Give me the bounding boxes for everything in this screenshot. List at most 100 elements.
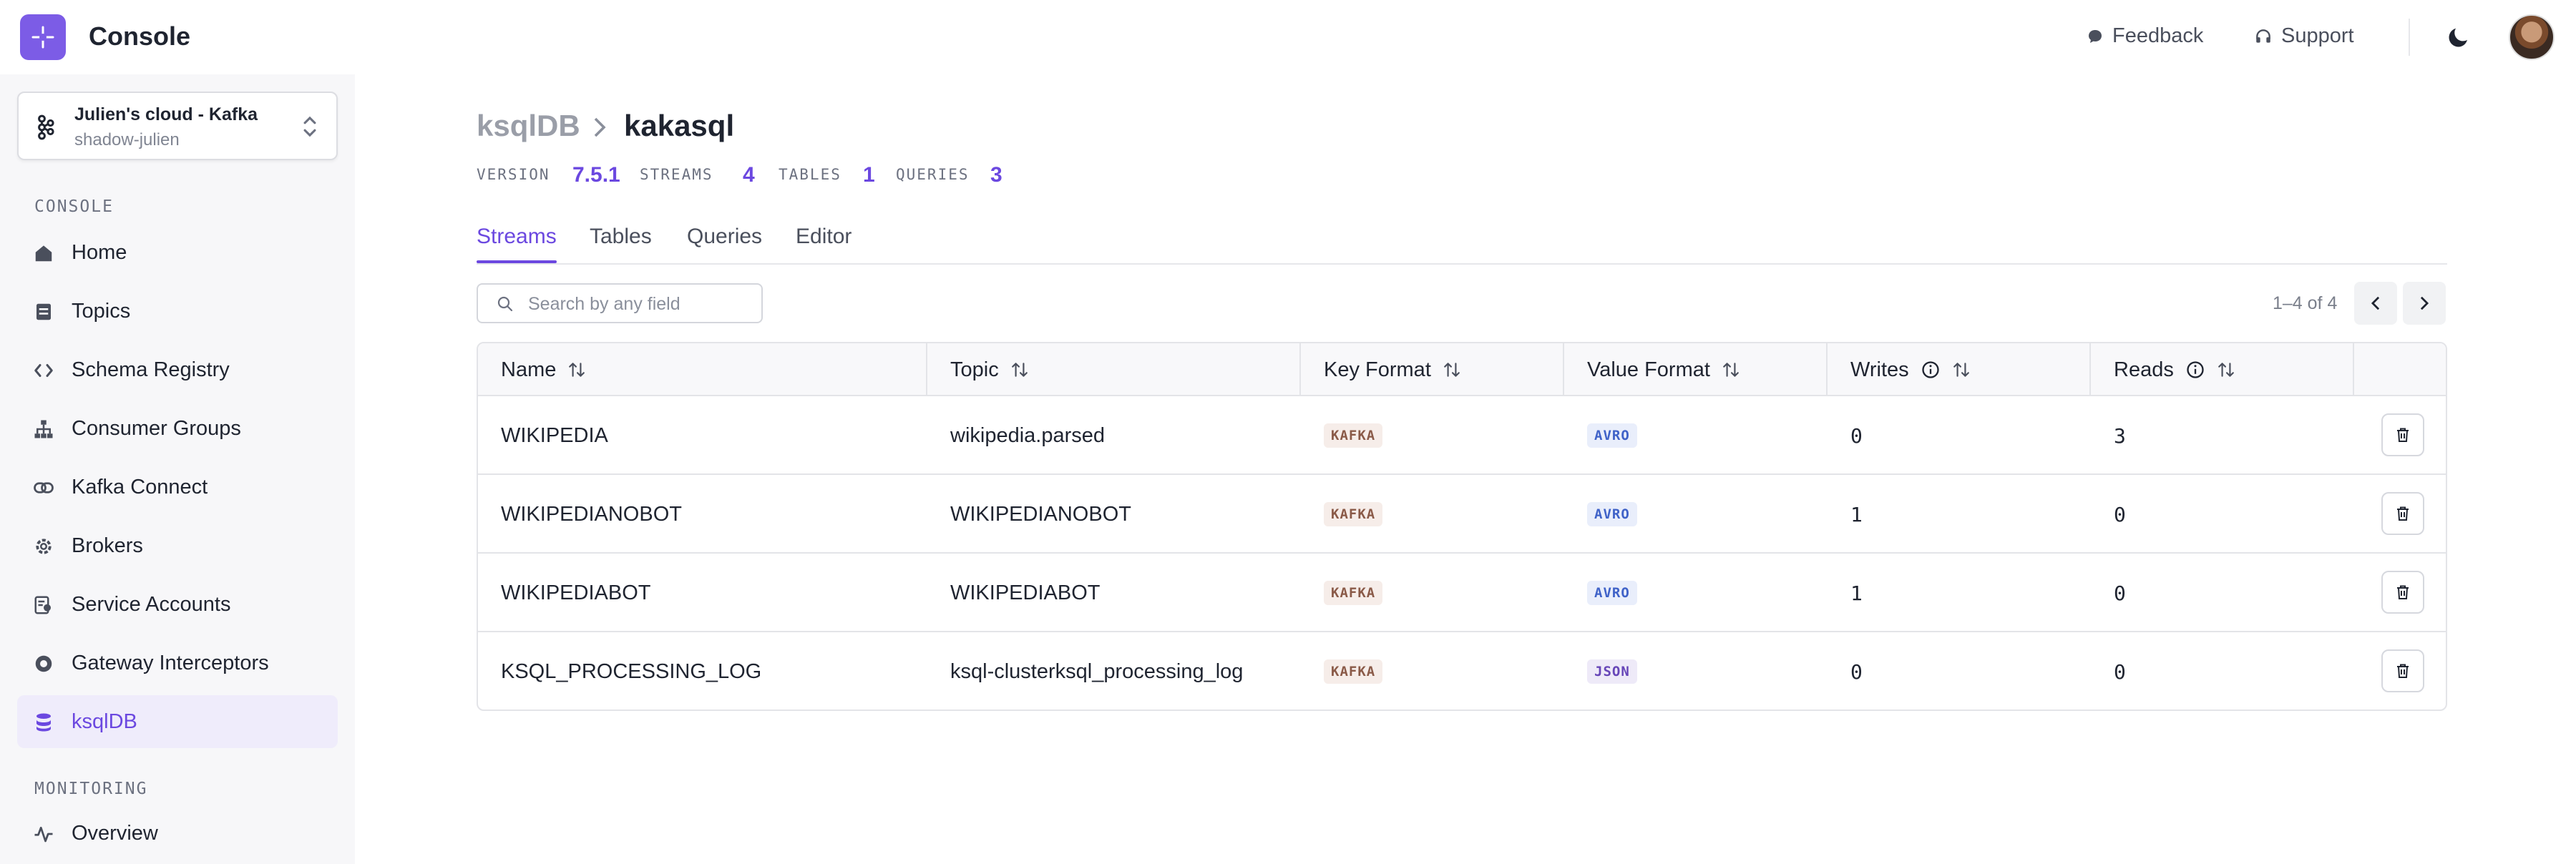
sort-icon[interactable] bbox=[1010, 360, 1029, 379]
sort-icon[interactable] bbox=[1722, 360, 1740, 379]
delete-button[interactable] bbox=[2381, 492, 2424, 535]
meta-tables-label: TABLES bbox=[779, 166, 841, 183]
delete-button[interactable] bbox=[2381, 571, 2424, 614]
column-header-name[interactable]: Name bbox=[478, 343, 927, 396]
column-header-label: Writes bbox=[1850, 358, 1909, 381]
info-icon[interactable] bbox=[2185, 360, 2205, 380]
sidebar-item-ksqldb[interactable]: ksqlDB bbox=[17, 695, 338, 748]
sidebar-item-label: Service Accounts bbox=[72, 593, 231, 616]
meta-version: VERSION bbox=[477, 166, 550, 183]
section-label-console: CONSOLE bbox=[34, 197, 114, 216]
column-header-value-format[interactable]: Value Format bbox=[1564, 343, 1828, 396]
meta-queries-value: 3 bbox=[990, 163, 1002, 187]
cell-name[interactable]: WIKIPEDIANOBOT bbox=[501, 475, 682, 554]
divider bbox=[2409, 19, 2410, 56]
column-header-key-format[interactable]: Key Format bbox=[1301, 343, 1564, 396]
column-header-writes[interactable]: Writes bbox=[1828, 343, 2091, 396]
sidebar-item-schema-registry[interactable]: Schema Registry bbox=[17, 343, 338, 396]
info-icon[interactable] bbox=[1921, 360, 1941, 380]
feedback-link[interactable]: Feedback bbox=[2087, 24, 2203, 48]
key-format-badge: KAFKA bbox=[1324, 659, 1383, 684]
meta-streams-value: 4 bbox=[743, 163, 755, 187]
next-page-button[interactable] bbox=[2403, 282, 2446, 325]
key-format-badge: KAFKA bbox=[1324, 581, 1383, 605]
home-icon bbox=[35, 245, 52, 262]
tab-queries[interactable]: Queries bbox=[687, 225, 762, 249]
streams-table: Name Topic Key Format Value Format Write… bbox=[477, 342, 2447, 711]
column-header-actions bbox=[2354, 343, 2446, 396]
sidebar-item-consumer-groups[interactable]: Consumer Groups bbox=[17, 402, 338, 455]
cell-topic[interactable]: WIKIPEDIABOT bbox=[950, 554, 1100, 632]
page-title: kakasql bbox=[624, 109, 735, 142]
chevron-left-icon bbox=[2371, 296, 2380, 310]
top-bar: Console Feedback Support bbox=[0, 0, 2576, 74]
cell-reads: 0 bbox=[2114, 502, 2126, 526]
breadcrumb-parent[interactable]: ksqlDB bbox=[477, 109, 580, 143]
database-icon bbox=[36, 713, 51, 732]
delete-button[interactable] bbox=[2381, 649, 2424, 692]
app-logo-icon[interactable] bbox=[20, 14, 66, 60]
sidebar-item-label: Brokers bbox=[72, 534, 143, 557]
sidebar-item-label: ksqlDB bbox=[72, 710, 137, 733]
sidebar-item-brokers[interactable]: Brokers bbox=[17, 519, 338, 572]
tab-editor[interactable]: Editor bbox=[796, 225, 852, 249]
sidebar-item-label: Home bbox=[72, 241, 127, 264]
delete-button[interactable] bbox=[2381, 413, 2424, 456]
sidebar-item-home[interactable]: Home bbox=[17, 226, 338, 279]
cluster-selector[interactable]: Julien's cloud - Kafka shadow-julien bbox=[17, 92, 338, 160]
topics-icon bbox=[36, 303, 51, 320]
cluster-name: Julien's cloud - Kafka bbox=[74, 104, 258, 124]
chevron-right-icon bbox=[2420, 296, 2429, 310]
search-input[interactable] bbox=[528, 290, 750, 318]
active-tab-indicator bbox=[477, 260, 557, 263]
column-header-label: Name bbox=[501, 358, 557, 381]
column-header-label: Topic bbox=[950, 358, 999, 381]
meta-queries: QUERIES bbox=[896, 166, 970, 183]
column-header-topic[interactable]: Topic bbox=[927, 343, 1301, 396]
table-row[interactable]: WIKIPEDIANOBOT WIKIPEDIANOBOT KAFKA AVRO… bbox=[478, 475, 2446, 554]
previous-page-button[interactable] bbox=[2354, 282, 2397, 325]
sidebar-item-kafka-connect[interactable]: Kafka Connect bbox=[17, 461, 338, 514]
sort-icon[interactable] bbox=[1952, 360, 1971, 379]
sidebar-item-topics[interactable]: Topics bbox=[17, 285, 338, 338]
table-row[interactable]: KSQL_PROCESSING_LOG ksql-clusterksql_pro… bbox=[478, 632, 2446, 710]
sort-icon[interactable] bbox=[2217, 360, 2235, 379]
user-avatar[interactable] bbox=[2509, 14, 2555, 60]
chat-bubble-icon bbox=[2089, 29, 2102, 43]
table-row[interactable]: WIKIPEDIA wikipedia.parsed KAFKA AVRO 0 … bbox=[478, 396, 2446, 475]
cell-reads: 3 bbox=[2114, 423, 2126, 448]
trash-icon bbox=[2397, 585, 2409, 599]
tab-tables[interactable]: Tables bbox=[590, 225, 652, 249]
cell-name[interactable]: WIKIPEDIA bbox=[501, 396, 608, 475]
meta-queries-label: QUERIES bbox=[896, 166, 970, 183]
sidebar-item-label: Kafka Connect bbox=[72, 476, 208, 499]
cell-topic[interactable]: ksql-clusterksql_processing_log bbox=[950, 632, 1243, 710]
sidebar-item-gateway-interceptors[interactable]: Gateway Interceptors bbox=[17, 637, 338, 689]
cell-name[interactable]: KSQL_PROCESSING_LOG bbox=[501, 632, 761, 710]
tab-streams[interactable]: Streams bbox=[477, 225, 557, 249]
moon-icon[interactable] bbox=[2446, 24, 2472, 50]
search-box bbox=[477, 283, 763, 323]
sort-icon[interactable] bbox=[567, 360, 586, 379]
cell-writes: 1 bbox=[1850, 502, 1863, 526]
chevron-up-down-icon bbox=[303, 116, 316, 137]
feedback-label: Feedback bbox=[2112, 24, 2204, 47]
column-header-reads[interactable]: Reads bbox=[2091, 343, 2354, 396]
meta-version-value-wrap: 7.5.1 bbox=[572, 163, 620, 187]
support-link[interactable]: Support bbox=[2254, 24, 2354, 48]
sidebar-item-service-accounts[interactable]: Service Accounts bbox=[17, 578, 338, 631]
sort-icon[interactable] bbox=[1443, 360, 1461, 379]
sidebar-item-label: Overview bbox=[72, 822, 158, 845]
column-header-label: Key Format bbox=[1324, 358, 1431, 381]
sidebar-item-overview[interactable]: Overview bbox=[17, 807, 338, 860]
app-title: Console bbox=[89, 21, 191, 51]
table-row[interactable]: WIKIPEDIABOT WIKIPEDIABOT KAFKA AVRO 1 0 bbox=[478, 554, 2446, 632]
trash-icon bbox=[2397, 664, 2409, 678]
cell-topic[interactable]: WIKIPEDIANOBOT bbox=[950, 475, 1131, 554]
sidebar: Julien's cloud - Kafka shadow-julien CON… bbox=[0, 74, 355, 864]
cell-name[interactable]: WIKIPEDIABOT bbox=[501, 554, 650, 632]
support-label: Support bbox=[2281, 24, 2354, 47]
key-format-badge: KAFKA bbox=[1324, 502, 1383, 526]
cell-topic[interactable]: wikipedia.parsed bbox=[950, 396, 1105, 475]
cell-reads: 0 bbox=[2114, 659, 2126, 684]
